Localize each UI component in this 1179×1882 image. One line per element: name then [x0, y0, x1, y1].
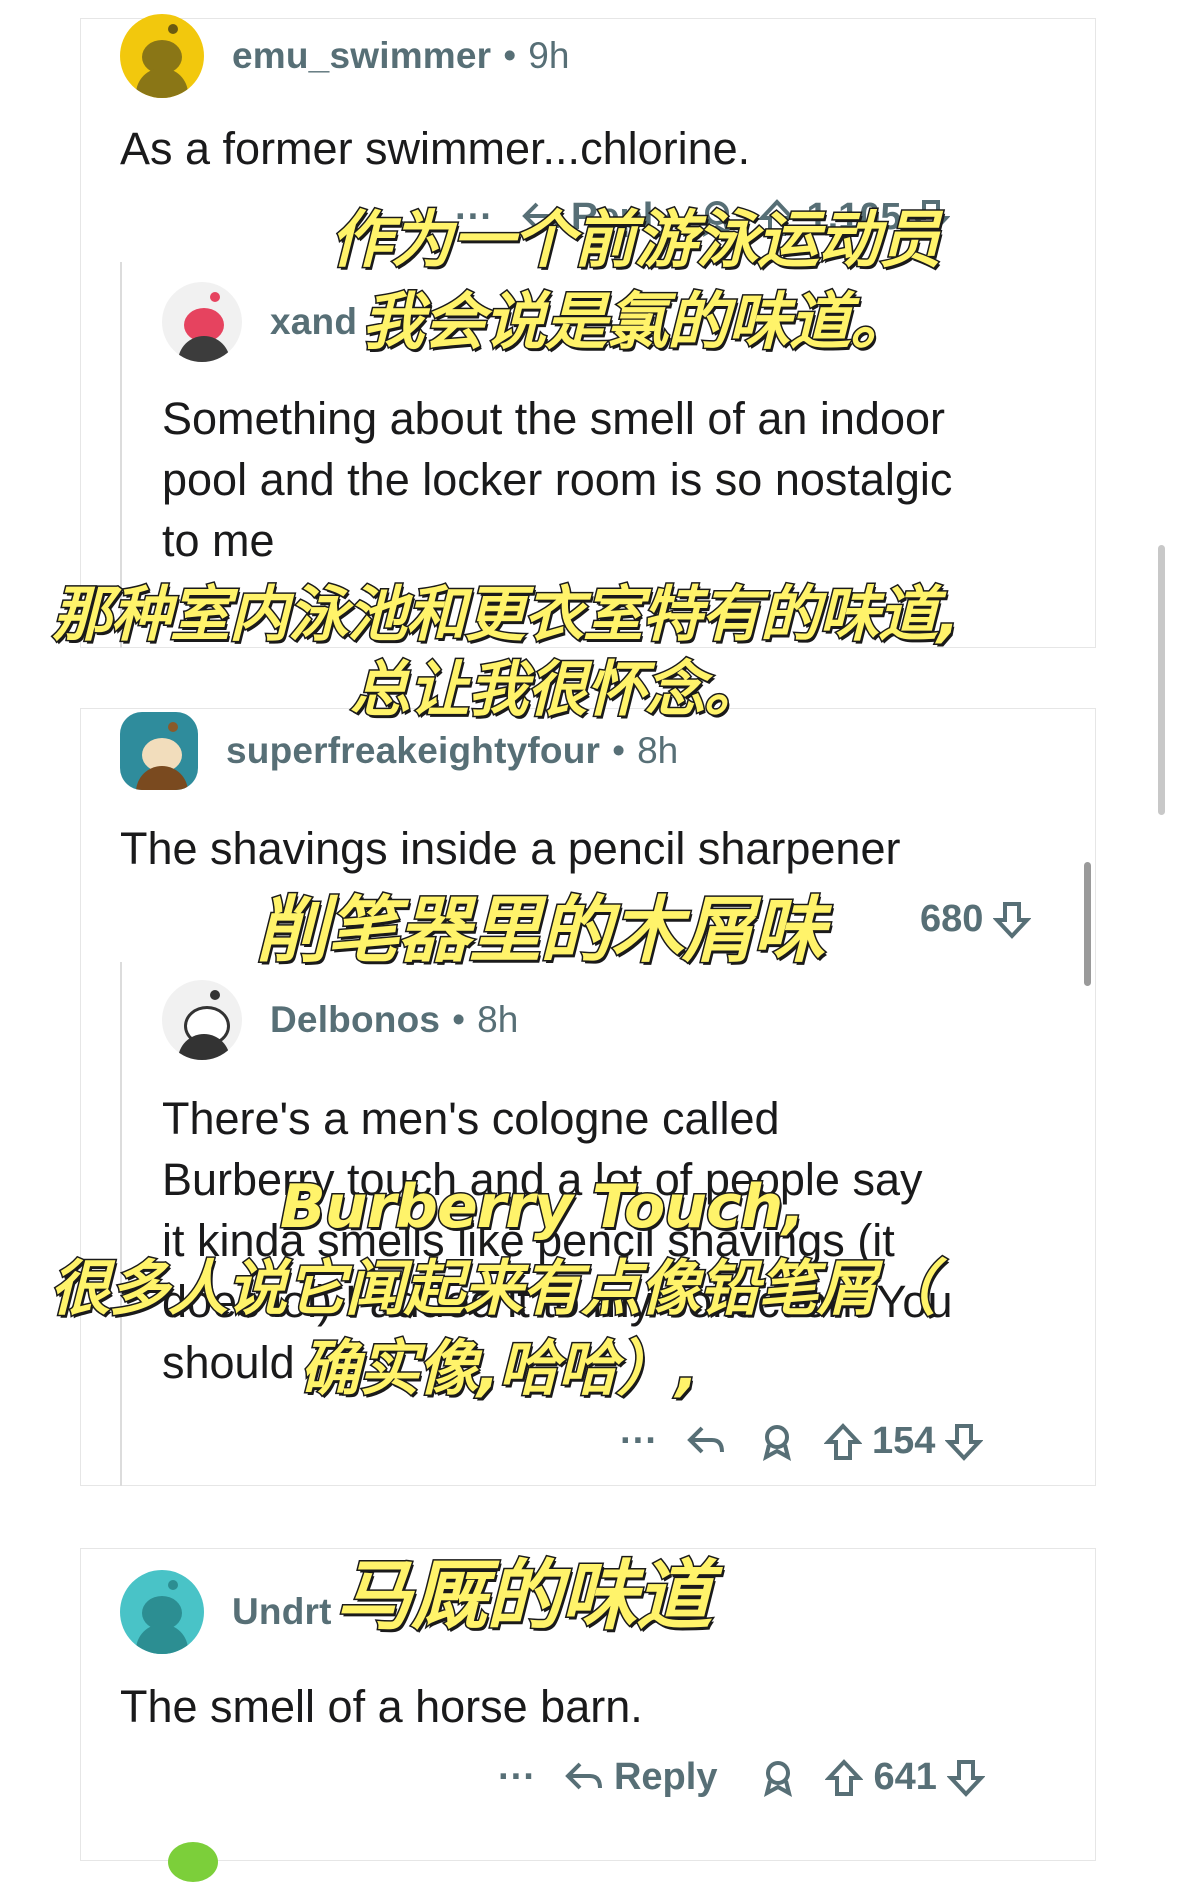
reply-text-line: to me: [162, 515, 275, 566]
reply-header: Delbonos • 8h: [162, 980, 518, 1060]
separator-dot: •: [612, 730, 626, 771]
more-options-icon[interactable]: ···: [620, 1420, 658, 1463]
caption-overlay: 很多人说它闻起来有点像铅笔屑（: [49, 1253, 938, 1326]
comment-text: The shavings inside a pencil sharpener: [120, 823, 901, 874]
caption-overlay: 我会说是氯的味道。: [360, 284, 913, 359]
avatar[interactable]: [120, 712, 198, 790]
more-options-icon[interactable]: ···: [498, 1756, 536, 1799]
username[interactable]: emu_swimmer: [232, 35, 491, 77]
upvote-icon[interactable]: [823, 1422, 862, 1462]
username[interactable]: xand: [270, 301, 357, 343]
vote-count: 154: [871, 1420, 936, 1462]
award-icon[interactable]: [761, 1759, 795, 1797]
caption-overlay: 作为一个前游泳运动员: [328, 202, 942, 277]
downvote-icon[interactable]: [945, 1422, 984, 1462]
caption-overlay: 那种室内泳池和更衣室特有的味道,: [51, 579, 962, 652]
caption-overlay: 总让我很怀念。: [349, 654, 766, 727]
reply-actions: ··· 154: [620, 1420, 984, 1463]
reply-text: Something about the smell of an indoor p…: [162, 388, 952, 571]
downvote-icon[interactable]: [946, 1758, 985, 1798]
downvote-icon[interactable]: [993, 900, 1032, 940]
comment-actions: ··· Reply 641: [498, 1756, 985, 1799]
vote-count: 680: [920, 898, 984, 940]
caption-overlay: 确实像,哈哈）,: [299, 1333, 701, 1406]
username[interactable]: Delbonos: [270, 999, 440, 1041]
caption-overlay: 马厩的味道: [335, 1550, 714, 1641]
comment-age: 9h: [528, 35, 570, 76]
comment-header: emu_swimmer • 9h: [120, 14, 569, 98]
avatar[interactable]: [162, 980, 242, 1060]
comment-text: As a former swimmer...chlorine.: [120, 123, 751, 174]
comment-header: Undrt: [120, 1570, 332, 1654]
next-comment-avatar-peek: [168, 1842, 218, 1882]
reply-icon[interactable]: [564, 1760, 604, 1796]
comment-text: The smell of a horse barn.: [120, 1681, 643, 1732]
thread-line: [120, 962, 122, 1486]
award-icon[interactable]: [760, 1423, 794, 1461]
username[interactable]: Undrt: [232, 1591, 332, 1633]
reply-text-line: Something about the smell of an indoor: [162, 393, 945, 444]
avatar[interactable]: [120, 14, 204, 98]
vote-count: 641: [873, 1756, 937, 1798]
inner-scrollbar[interactable]: [1084, 862, 1091, 986]
comment-age: 8h: [477, 999, 519, 1040]
comment-age: 8h: [637, 730, 679, 771]
reply-header: xand: [162, 282, 357, 362]
separator-dot: •: [503, 35, 517, 76]
separator-dot: •: [452, 999, 466, 1040]
reply-button[interactable]: Reply: [614, 1756, 717, 1799]
caption-overlay: 削笔器里的木屑味: [254, 887, 826, 974]
page-scrollbar[interactable]: [1158, 545, 1165, 815]
comment-actions: 680: [920, 898, 1032, 941]
reply-icon[interactable]: [686, 1424, 726, 1460]
upvote-icon[interactable]: [825, 1758, 864, 1798]
caption-overlay: Burberry Touch,: [278, 1171, 806, 1244]
avatar[interactable]: [120, 1570, 204, 1654]
username[interactable]: superfreakeightyfour: [226, 730, 600, 772]
reply-text-line: There's a men's cologne called: [162, 1093, 780, 1144]
reply-text-line: pool and the locker room is so nostalgic: [162, 454, 953, 505]
avatar[interactable]: [162, 282, 242, 362]
